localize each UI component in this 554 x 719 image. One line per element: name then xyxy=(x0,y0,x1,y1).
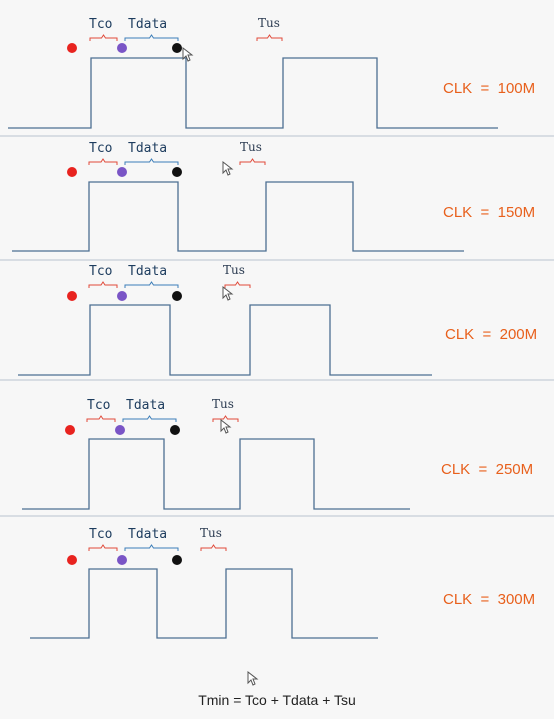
clk-frequency-label: CLK = 300M xyxy=(443,591,536,608)
clock-waveform-svg xyxy=(12,158,464,252)
tco-brace xyxy=(88,544,118,551)
mouse-cursor-icon xyxy=(182,47,194,62)
clk-frequency-label: CLK = 250M xyxy=(441,461,534,478)
black-dot xyxy=(172,555,182,565)
clock-waveform-svg xyxy=(30,544,378,639)
mouse-cursor-icon xyxy=(222,286,234,301)
tdata-label: Tdata xyxy=(128,527,168,542)
clock-panel: Tco Tdata Tus CLK = 250M xyxy=(0,379,554,517)
clk-frequency-label: CLK = 200M xyxy=(445,326,538,343)
tco-brace xyxy=(86,415,116,422)
tus-label: Tus xyxy=(223,263,245,277)
tco-label: Tco xyxy=(89,141,113,156)
tus-label: Tus xyxy=(212,397,234,411)
red-dot xyxy=(65,425,75,435)
tdata-brace xyxy=(122,415,177,422)
clock-panel: Tco Tdata Tus CLK = 200M xyxy=(0,259,554,381)
clock-panel: Tco Tdata Tus CLK = 100M xyxy=(0,0,554,135)
tco-label: Tco xyxy=(89,17,113,32)
formula-text: Tmin = Tco + Tdata + Tsu xyxy=(198,692,356,708)
purple-dot xyxy=(117,167,127,177)
black-dot xyxy=(172,167,182,177)
tdata-label: Tdata xyxy=(128,141,168,156)
tus-label: Tus xyxy=(258,16,280,30)
purple-dot xyxy=(115,425,125,435)
tus-brace xyxy=(239,158,266,165)
clock-waveform xyxy=(22,438,410,510)
black-dot xyxy=(170,425,180,435)
tus-brace xyxy=(256,34,283,41)
tco-brace xyxy=(88,281,118,288)
clock-panel: Tco Tdata Tus CLK = 150M xyxy=(0,135,554,261)
red-dot xyxy=(67,555,77,565)
mouse-cursor-icon xyxy=(220,419,232,434)
mouse-cursor-icon xyxy=(222,161,234,176)
clk-frequency-label: CLK = 150M xyxy=(443,204,536,221)
tdata-brace xyxy=(124,281,179,288)
clock-waveform xyxy=(8,57,498,129)
clock-waveform xyxy=(30,568,378,639)
tdata-label: Tdata xyxy=(128,17,168,32)
clock-waveform xyxy=(18,304,432,376)
tus-label: Tus xyxy=(200,526,222,540)
tco-brace xyxy=(88,158,118,165)
clk-frequency-label: CLK = 100M xyxy=(443,80,536,97)
red-dot xyxy=(67,43,77,53)
clock-waveform-svg xyxy=(18,281,432,376)
tdata-brace xyxy=(124,158,179,165)
tdata-label: Tdata xyxy=(126,398,166,413)
black-dot xyxy=(172,43,182,53)
purple-dot xyxy=(117,43,127,53)
clock-waveform xyxy=(12,181,464,252)
purple-dot xyxy=(117,555,127,565)
black-dot xyxy=(172,291,182,301)
tdata-brace xyxy=(124,34,179,41)
tus-label: Tus xyxy=(240,140,262,154)
tdata-label: Tdata xyxy=(128,264,168,279)
tco-label: Tco xyxy=(89,527,113,542)
purple-dot xyxy=(117,291,127,301)
red-dot xyxy=(67,291,77,301)
red-dot xyxy=(67,167,77,177)
tus-brace xyxy=(200,544,227,551)
tco-label: Tco xyxy=(87,398,111,413)
tco-label: Tco xyxy=(89,264,113,279)
tdata-brace xyxy=(124,544,179,551)
clock-waveform-svg xyxy=(22,415,410,510)
tco-brace xyxy=(89,34,118,41)
clock-panel: Tco Tdata Tus CLK = 300M xyxy=(0,515,554,719)
mouse-cursor-icon xyxy=(247,671,259,686)
